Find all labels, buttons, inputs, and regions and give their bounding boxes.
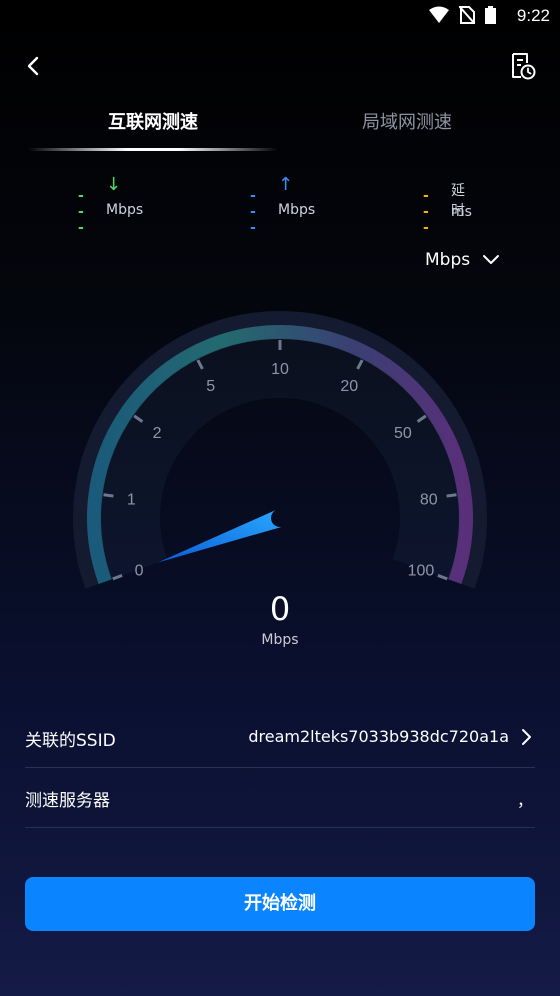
gauge-tick [446, 493, 457, 498]
speedtest-server-row[interactable]: 测速服务器 ， [25, 768, 535, 828]
download-value: --- [78, 188, 85, 236]
start-test-button[interactable]: 开始检测 [25, 877, 535, 931]
chevron-right-icon [522, 729, 531, 745]
gauge-scale-label: 0 [135, 562, 144, 579]
ssid-row[interactable]: 关联的SSID dream2lteks7033b938dc720a1a [25, 708, 535, 768]
download-arrow-icon: ↓ [106, 174, 122, 195]
gauge-scale-label: 1 [127, 491, 136, 508]
gauge-tick [103, 493, 114, 498]
back-button[interactable] [18, 50, 50, 82]
current-speed-unit: Mbps [261, 632, 299, 648]
latency-unit: ms [451, 204, 472, 220]
gauge-needle [157, 509, 284, 563]
tab-lan-speedtest[interactable]: 局域网测速 [282, 108, 532, 134]
unit-dropdown-value: Mbps [425, 250, 471, 270]
no-sim-icon [459, 6, 475, 24]
ssid-value: dream2lteks7033b938dc720a1a [248, 727, 509, 746]
status-bar: 9:22 [0, 0, 560, 32]
gauge-scale-label: 2 [153, 425, 162, 442]
server-value: ， [516, 791, 533, 810]
gauge-inner-glow [100, 338, 460, 580]
chevron-down-icon [483, 255, 500, 264]
upload-value: --- [250, 188, 257, 236]
upload-arrow-icon: ↑ [278, 174, 294, 195]
tab-internet-speedtest[interactable]: 互联网测速 [28, 108, 278, 134]
history-report-icon [512, 53, 536, 80]
top-bar [0, 40, 560, 90]
latency-value: --- [423, 188, 430, 236]
gauge-scale-label: 80 [420, 491, 438, 508]
wifi-icon [429, 6, 449, 23]
unit-dropdown[interactable]: Mbps [425, 246, 500, 274]
server-label: 测速服务器 [25, 791, 110, 811]
gauge-scale-label: 20 [340, 378, 358, 395]
gauge-scale-label: 5 [206, 378, 215, 395]
metrics-row: --- ↓ Mbps --- ↑ Mbps --- 延时 ms [0, 174, 560, 236]
status-time: 9:22 [516, 6, 550, 25]
gauge-scale-label: 50 [394, 425, 412, 442]
speedtest-tabs: 互联网测速 局域网测速 [0, 108, 560, 154]
download-unit: Mbps [106, 202, 144, 218]
active-tab-indicator [28, 148, 278, 151]
battery-icon [485, 6, 496, 24]
upload-unit: Mbps [278, 202, 316, 218]
gauge-scale-label: 10 [271, 361, 289, 378]
ssid-label: 关联的SSID [25, 731, 116, 751]
chevron-left-icon [27, 56, 39, 76]
status-icons [429, 6, 496, 24]
current-speed-value: 0 [269, 590, 291, 628]
gauge-scale-label: 100 [408, 562, 435, 579]
history-button[interactable] [506, 50, 538, 82]
